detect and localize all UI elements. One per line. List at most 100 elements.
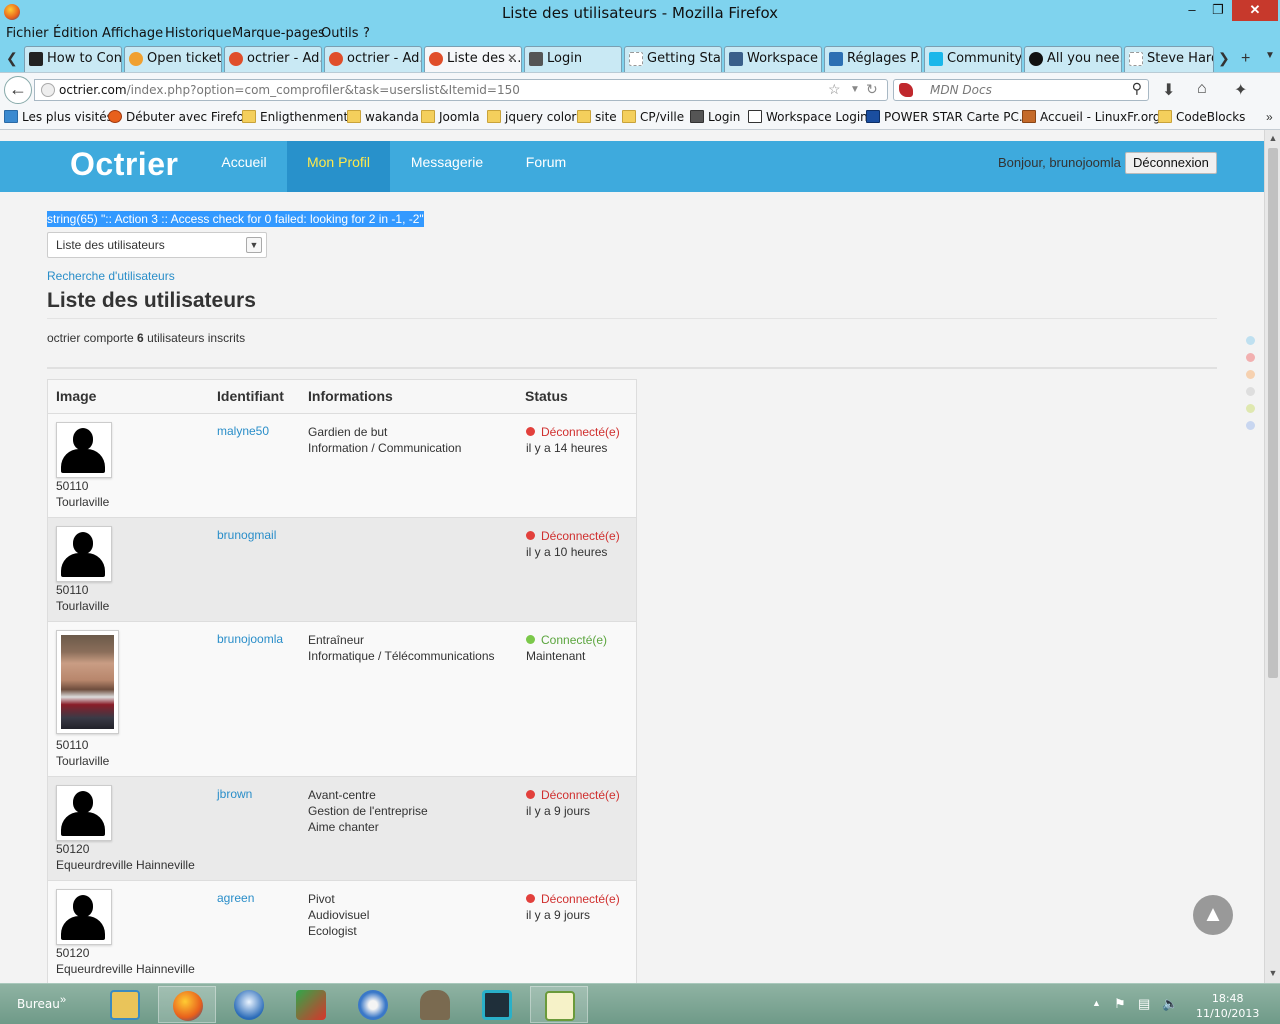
new-tab-icon[interactable]: + <box>1241 50 1250 68</box>
tab-getting-started[interactable]: Getting Star... <box>624 46 722 72</box>
username-link[interactable]: malyne50 <box>217 424 269 438</box>
system-clock[interactable]: 18:48 11/10/2013 <box>1196 991 1259 1021</box>
nav-messagerie[interactable]: Messagerie <box>390 141 504 192</box>
search-bar[interactable]: MDN Docs ⚲ <box>893 79 1149 101</box>
scrollbar-thumb[interactable] <box>1268 148 1278 678</box>
header-informations: Informations <box>308 388 393 404</box>
bookmark-jquery-color[interactable]: jquery color <box>485 110 576 124</box>
page-scrollbar[interactable]: ▲ ▼ <box>1264 130 1280 983</box>
taskbar-editor[interactable] <box>530 986 588 1023</box>
tab-scroll-right-icon[interactable]: ❯ <box>1218 50 1230 67</box>
bookmark-star-icon[interactable]: ☆ <box>828 81 841 98</box>
username-link[interactable]: brunojoomla <box>217 632 283 646</box>
bookmark-cp-ville[interactable]: CP/ville <box>620 110 684 124</box>
bookmark-linuxfr[interactable]: Accueil - LinuxFr.org <box>1020 110 1161 124</box>
tab-workspace[interactable]: Workspace ... <box>724 46 822 72</box>
menu-affichage[interactable]: Affichage <box>102 26 163 41</box>
reload-icon[interactable]: ↻ <box>866 81 878 98</box>
table-row: 50120 Equeurdreville Hainneville agreen … <box>48 881 636 983</box>
bookmark-site[interactable]: site <box>575 110 617 124</box>
username-link[interactable]: agreen <box>217 891 254 905</box>
maximize-button[interactable]: ❐ <box>1204 0 1232 21</box>
avatar[interactable] <box>56 526 112 582</box>
network-icon[interactable]: ▤ <box>1138 996 1150 1012</box>
tab-login[interactable]: Login <box>524 46 622 72</box>
tab-list-icon[interactable]: ▼ <box>1265 50 1275 61</box>
taskbar-explorer[interactable] <box>96 986 154 1023</box>
download-icon[interactable]: ⬇ <box>1162 80 1175 100</box>
menu-bar: Fichier Édition Affichage Historique Mar… <box>0 24 1280 44</box>
bookmark-workspace-login[interactable]: Workspace Login <box>746 110 868 124</box>
menu-help[interactable]: ? <box>363 26 370 41</box>
tab-open-ticket[interactable]: Open ticket ... <box>124 46 222 72</box>
bookmark-enligthenment[interactable]: Enligthenment <box>240 110 348 124</box>
bookmark-plus-visites[interactable]: Les plus visités <box>2 110 113 124</box>
username-link[interactable]: jbrown <box>217 787 252 801</box>
color-swatch-green[interactable] <box>1246 404 1255 413</box>
menu-edition[interactable]: Édition <box>53 26 98 41</box>
bookmark-codeblocks[interactable]: CodeBlocks <box>1156 110 1245 124</box>
username-link[interactable]: brunogmail <box>217 528 276 542</box>
color-swatch-lavender[interactable] <box>1246 421 1255 430</box>
bookmark-login[interactable]: Login <box>688 110 740 124</box>
avatar[interactable] <box>56 422 112 478</box>
chevron-down-icon[interactable]: ▼ <box>246 237 262 253</box>
tab-reglages[interactable]: Réglages P... <box>824 46 922 72</box>
bookmark-wakanda[interactable]: wakanda <box>345 110 419 124</box>
taskbar-app-green[interactable] <box>282 986 340 1023</box>
tab-close-icon[interactable]: ✕ <box>507 51 517 65</box>
tray-expand-icon[interactable]: ▲ <box>1092 998 1101 1008</box>
color-swatch-blue[interactable] <box>1246 336 1255 345</box>
scroll-down-icon[interactable]: ▼ <box>1265 968 1280 978</box>
site-brand[interactable]: Octrier <box>70 146 178 183</box>
volume-icon[interactable]: 🔈 <box>1162 996 1178 1012</box>
logout-button[interactable]: Déconnexion <box>1125 152 1217 174</box>
home-icon[interactable]: ⌂ <box>1197 80 1207 98</box>
user-search-link[interactable]: Recherche d'utilisateurs <box>47 269 175 283</box>
tab-all-you-need[interactable]: All you nee... <box>1024 46 1122 72</box>
taskbar-firefox[interactable] <box>158 986 216 1023</box>
nav-forum[interactable]: Forum <box>504 141 588 192</box>
tab-scroll-left-icon[interactable]: ❮ <box>6 50 18 67</box>
back-button[interactable]: ← <box>4 76 32 104</box>
avatar-photo[interactable] <box>56 630 119 734</box>
desktop-label[interactable]: Bureau <box>17 997 60 1011</box>
taskbar-gimp[interactable] <box>406 986 464 1023</box>
bookmark-joomla[interactable]: Joomla <box>419 110 480 124</box>
tab-octrier-admin-2[interactable]: octrier - Ad... <box>324 46 422 72</box>
bookmark-power-star[interactable]: POWER STAR Carte PC... <box>864 110 1030 124</box>
tab-octrier-admin-1[interactable]: octrier - Ad... <box>224 46 322 72</box>
menu-marque-pages[interactable]: Marque-pages <box>232 26 325 41</box>
color-swatch-orange[interactable] <box>1246 370 1255 379</box>
menu-historique[interactable]: Historique <box>165 26 232 41</box>
bookmarks-overflow-icon[interactable]: » <box>1266 110 1273 124</box>
close-window-button[interactable]: ✕ <box>1232 0 1278 21</box>
nav-mon-profil[interactable]: Mon Profil <box>287 141 390 192</box>
extension-icon[interactable]: ✦ <box>1234 80 1247 100</box>
list-select[interactable]: Liste des utilisateurs ▼ <box>47 232 267 258</box>
taskbar-media-player[interactable] <box>344 986 402 1023</box>
flag-icon[interactable]: ⚑ <box>1114 996 1126 1012</box>
url-dropdown-icon[interactable]: ▼ <box>850 84 860 95</box>
tab-liste-des-utilisateurs[interactable]: Liste des ... ✕ <box>424 46 522 73</box>
scroll-up-icon[interactable]: ▲ <box>1265 133 1280 143</box>
tab-how-to-con[interactable]: How to Con... <box>24 46 122 72</box>
avatar[interactable] <box>56 889 112 945</box>
color-swatch-grey[interactable] <box>1246 387 1255 396</box>
taskbar-thunderbird[interactable] <box>220 986 278 1023</box>
tab-steve-hardi[interactable]: Steve Hardi... <box>1124 46 1214 72</box>
color-swatch-red[interactable] <box>1246 353 1255 362</box>
search-icon[interactable]: ⚲ <box>1132 81 1142 97</box>
toolbar-overflow-icon[interactable]: » <box>60 994 66 1006</box>
url-bar[interactable]: octrier.com/index.php?option=com_comprof… <box>34 79 888 101</box>
taskbar-video-app[interactable] <box>468 986 526 1023</box>
nav-accueil[interactable]: Accueil <box>201 141 287 192</box>
menu-fichier[interactable]: Fichier <box>6 26 49 41</box>
bookmark-debuter-firefox[interactable]: Débuter avec Firefox <box>106 110 251 124</box>
tab-community[interactable]: Community... <box>924 46 1022 72</box>
menu-outils[interactable]: Outils <box>321 26 359 41</box>
avatar[interactable] <box>56 785 112 841</box>
minimize-button[interactable]: – <box>1178 0 1206 21</box>
status-cell: Déconnecté(e) il y a 9 jours <box>526 787 620 819</box>
scroll-to-top-button[interactable]: ▲ <box>1193 895 1233 935</box>
